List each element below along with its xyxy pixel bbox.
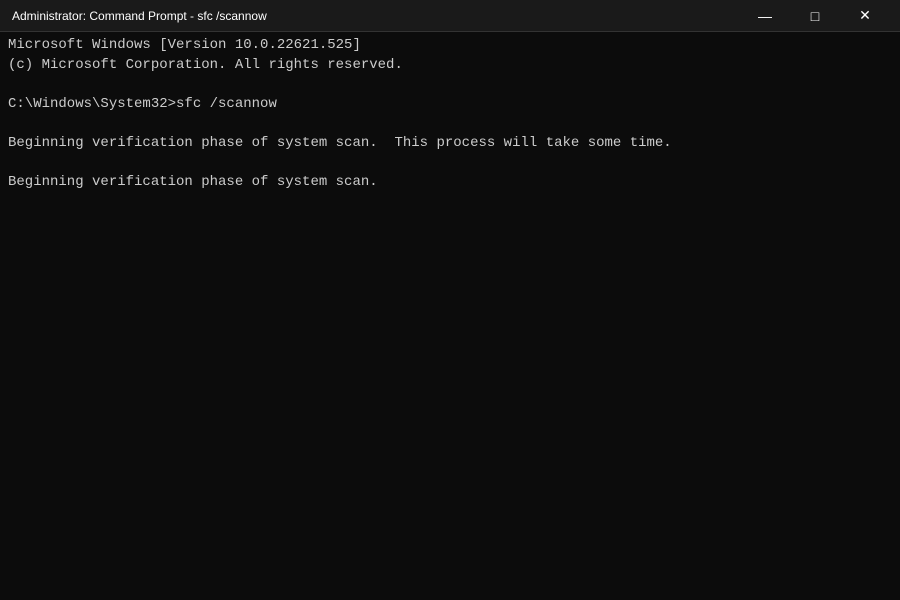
title-bar-text: Administrator: Command Prompt - sfc /sca… xyxy=(12,9,267,23)
cmd-window: Administrator: Command Prompt - sfc /sca… xyxy=(0,0,900,600)
maximize-button[interactable]: □ xyxy=(792,0,838,32)
title-bar-controls: — □ ✕ xyxy=(742,0,888,32)
terminal-line-7 xyxy=(8,154,892,174)
terminal-line-4: C:\Windows\System32>sfc /scannow xyxy=(8,95,892,115)
terminal-line-8: Beginning verification phase of system s… xyxy=(8,173,892,193)
terminal-line-2: (c) Microsoft Corporation. All rights re… xyxy=(8,56,892,76)
terminal-body[interactable]: Microsoft Windows [Version 10.0.22621.52… xyxy=(0,32,900,600)
terminal-line-5 xyxy=(8,114,892,134)
terminal-line-6: Beginning verification phase of system s… xyxy=(8,134,892,154)
title-bar: Administrator: Command Prompt - sfc /sca… xyxy=(0,0,900,32)
terminal-line-1: Microsoft Windows [Version 10.0.22621.52… xyxy=(8,36,892,56)
minimize-button[interactable]: — xyxy=(742,0,788,32)
close-button[interactable]: ✕ xyxy=(842,0,888,32)
terminal-line-3 xyxy=(8,75,892,95)
